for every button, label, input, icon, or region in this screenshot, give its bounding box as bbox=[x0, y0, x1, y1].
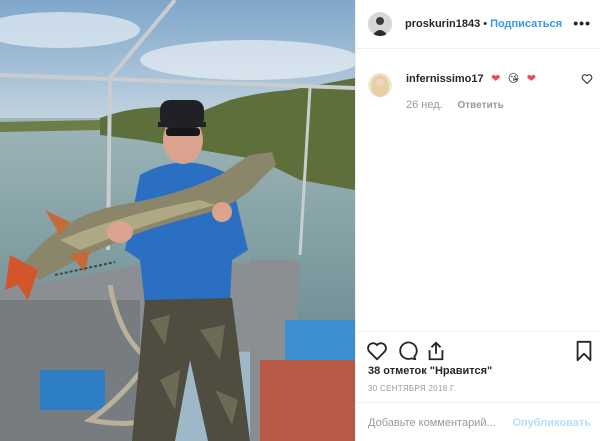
like-comment-icon[interactable] bbox=[581, 73, 593, 85]
action-bar bbox=[356, 331, 600, 368]
comment-emoji: ❤ bbox=[526, 73, 536, 85]
comment-emoji: ❤ bbox=[491, 73, 501, 85]
post-photo[interactable] bbox=[0, 0, 355, 441]
comment-input[interactable]: Добавьте комментарий... bbox=[368, 417, 496, 429]
commenter-username[interactable]: infernissimo17 bbox=[406, 73, 484, 85]
reply-button[interactable]: Ответить bbox=[458, 100, 504, 111]
comment-time[interactable]: 26 нед. bbox=[406, 99, 443, 111]
post-panel: proskurin1843 • Подписаться ••• infernis… bbox=[355, 0, 600, 441]
likes-count[interactable]: 38 отметок "Нравится" bbox=[368, 365, 492, 377]
publish-button[interactable]: Опубликовать bbox=[512, 417, 591, 429]
post-header: proskurin1843 • Подписаться ••• bbox=[356, 0, 600, 49]
author-username[interactable]: proskurin1843 bbox=[405, 18, 480, 30]
comment-meta: 26 нед. Ответить bbox=[406, 99, 586, 111]
commenter-avatar[interactable] bbox=[368, 73, 392, 97]
comment-composer: Добавьте комментарий... Опубликовать bbox=[356, 402, 600, 441]
comment-body: infernissimo17 ❤ 😘 ❤ 26 нед. Ответить bbox=[406, 69, 586, 111]
header-separator: • bbox=[483, 18, 488, 30]
heart-icon[interactable] bbox=[366, 340, 388, 362]
author-avatar[interactable] bbox=[368, 12, 392, 36]
post-date[interactable]: 30 СЕНТЯБРЯ 2018 Г. bbox=[368, 384, 456, 393]
comment-icon[interactable] bbox=[396, 340, 418, 362]
bookmark-icon[interactable] bbox=[573, 340, 595, 362]
more-options-icon[interactable]: ••• bbox=[573, 15, 591, 31]
follow-button[interactable]: Подписаться bbox=[490, 18, 562, 30]
share-icon[interactable] bbox=[425, 340, 447, 362]
comment-emoji: 😘 bbox=[507, 73, 520, 85]
